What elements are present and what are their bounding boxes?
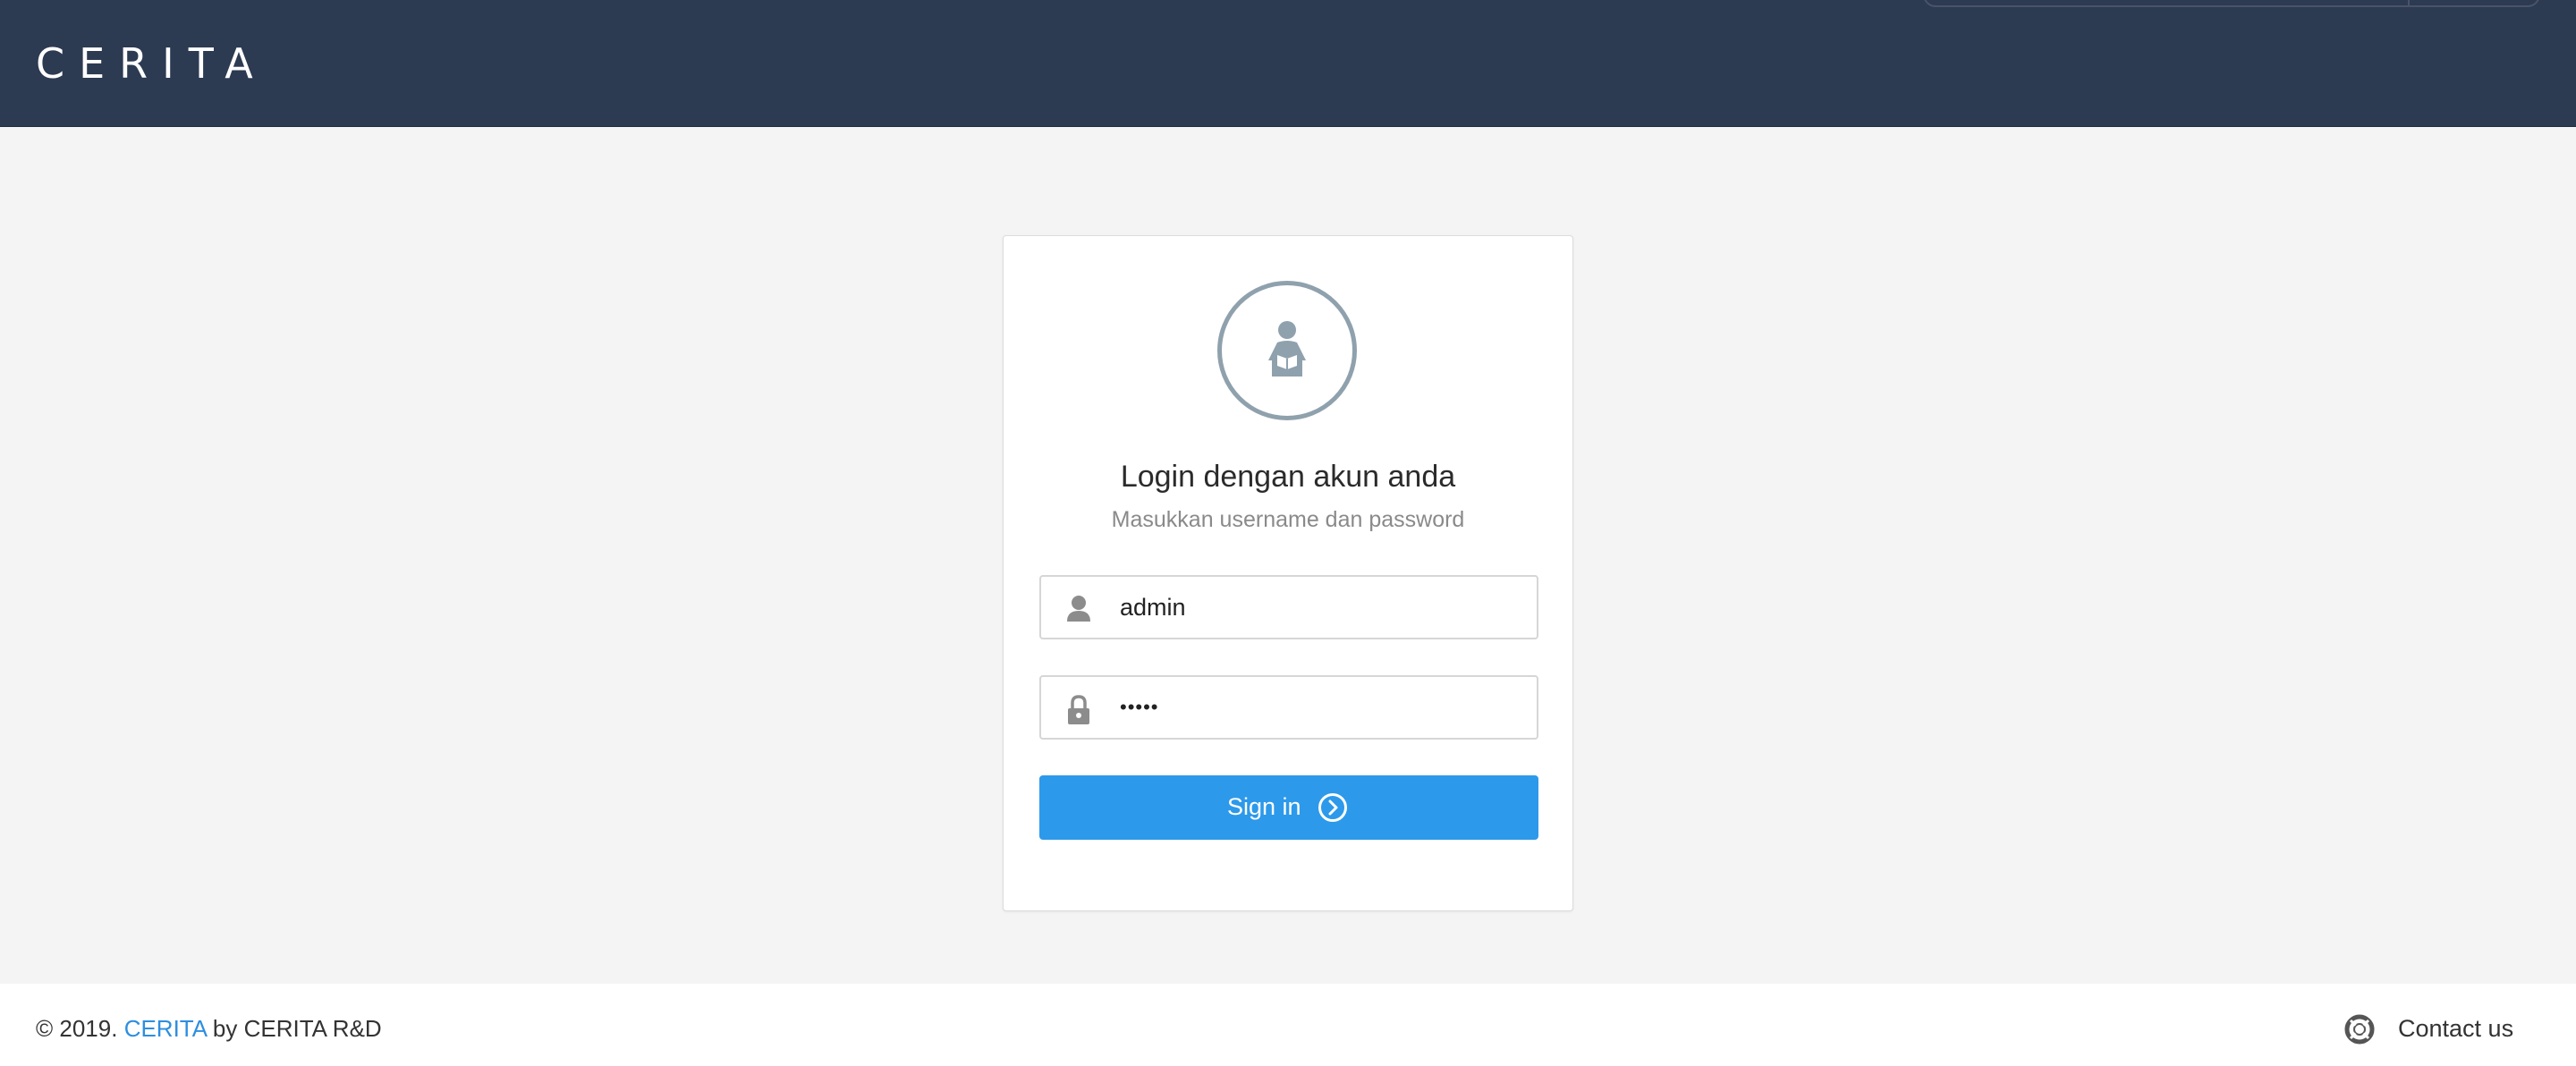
password-field[interactable] <box>1039 675 1538 740</box>
copyright-link[interactable]: CERITA <box>124 1015 207 1042</box>
browser-overlay-bar <box>1923 0 2540 7</box>
copyright-text: © 2019. CERITA by CERITA R&D <box>36 1015 382 1043</box>
lock-icon <box>1068 695 1089 724</box>
top-navbar: CERITA <box>0 0 2576 127</box>
login-title: Login dengan akun anda <box>1120 460 1456 494</box>
signin-label: Sign in <box>1227 793 1301 820</box>
contact-us-label: Contact us <box>2398 1015 2514 1042</box>
brand-logo[interactable]: CERITA <box>36 39 267 88</box>
user-icon <box>1067 596 1090 622</box>
username-input[interactable] <box>1120 588 1522 627</box>
password-input[interactable] <box>1120 688 1522 727</box>
lifebuoy-icon <box>2344 1014 2375 1045</box>
avatar <box>1217 281 1357 420</box>
overlay-divider <box>2408 0 2410 7</box>
copyright-prefix: © 2019. <box>36 1015 118 1042</box>
login-card: Login dengan akun anda Masukkan username… <box>1003 235 1573 911</box>
footer: © 2019. CERITA by CERITA R&D Contact us <box>0 984 2576 1066</box>
signin-button[interactable]: Sign in <box>1039 775 1538 840</box>
login-subtitle: Masukkan username dan password <box>1111 507 1465 532</box>
reader-icon <box>1268 321 1306 376</box>
arrow-circle-right-icon <box>1318 793 1347 822</box>
copyright-suffix: by CERITA R&D <box>212 1015 382 1042</box>
username-field[interactable] <box>1039 575 1538 639</box>
